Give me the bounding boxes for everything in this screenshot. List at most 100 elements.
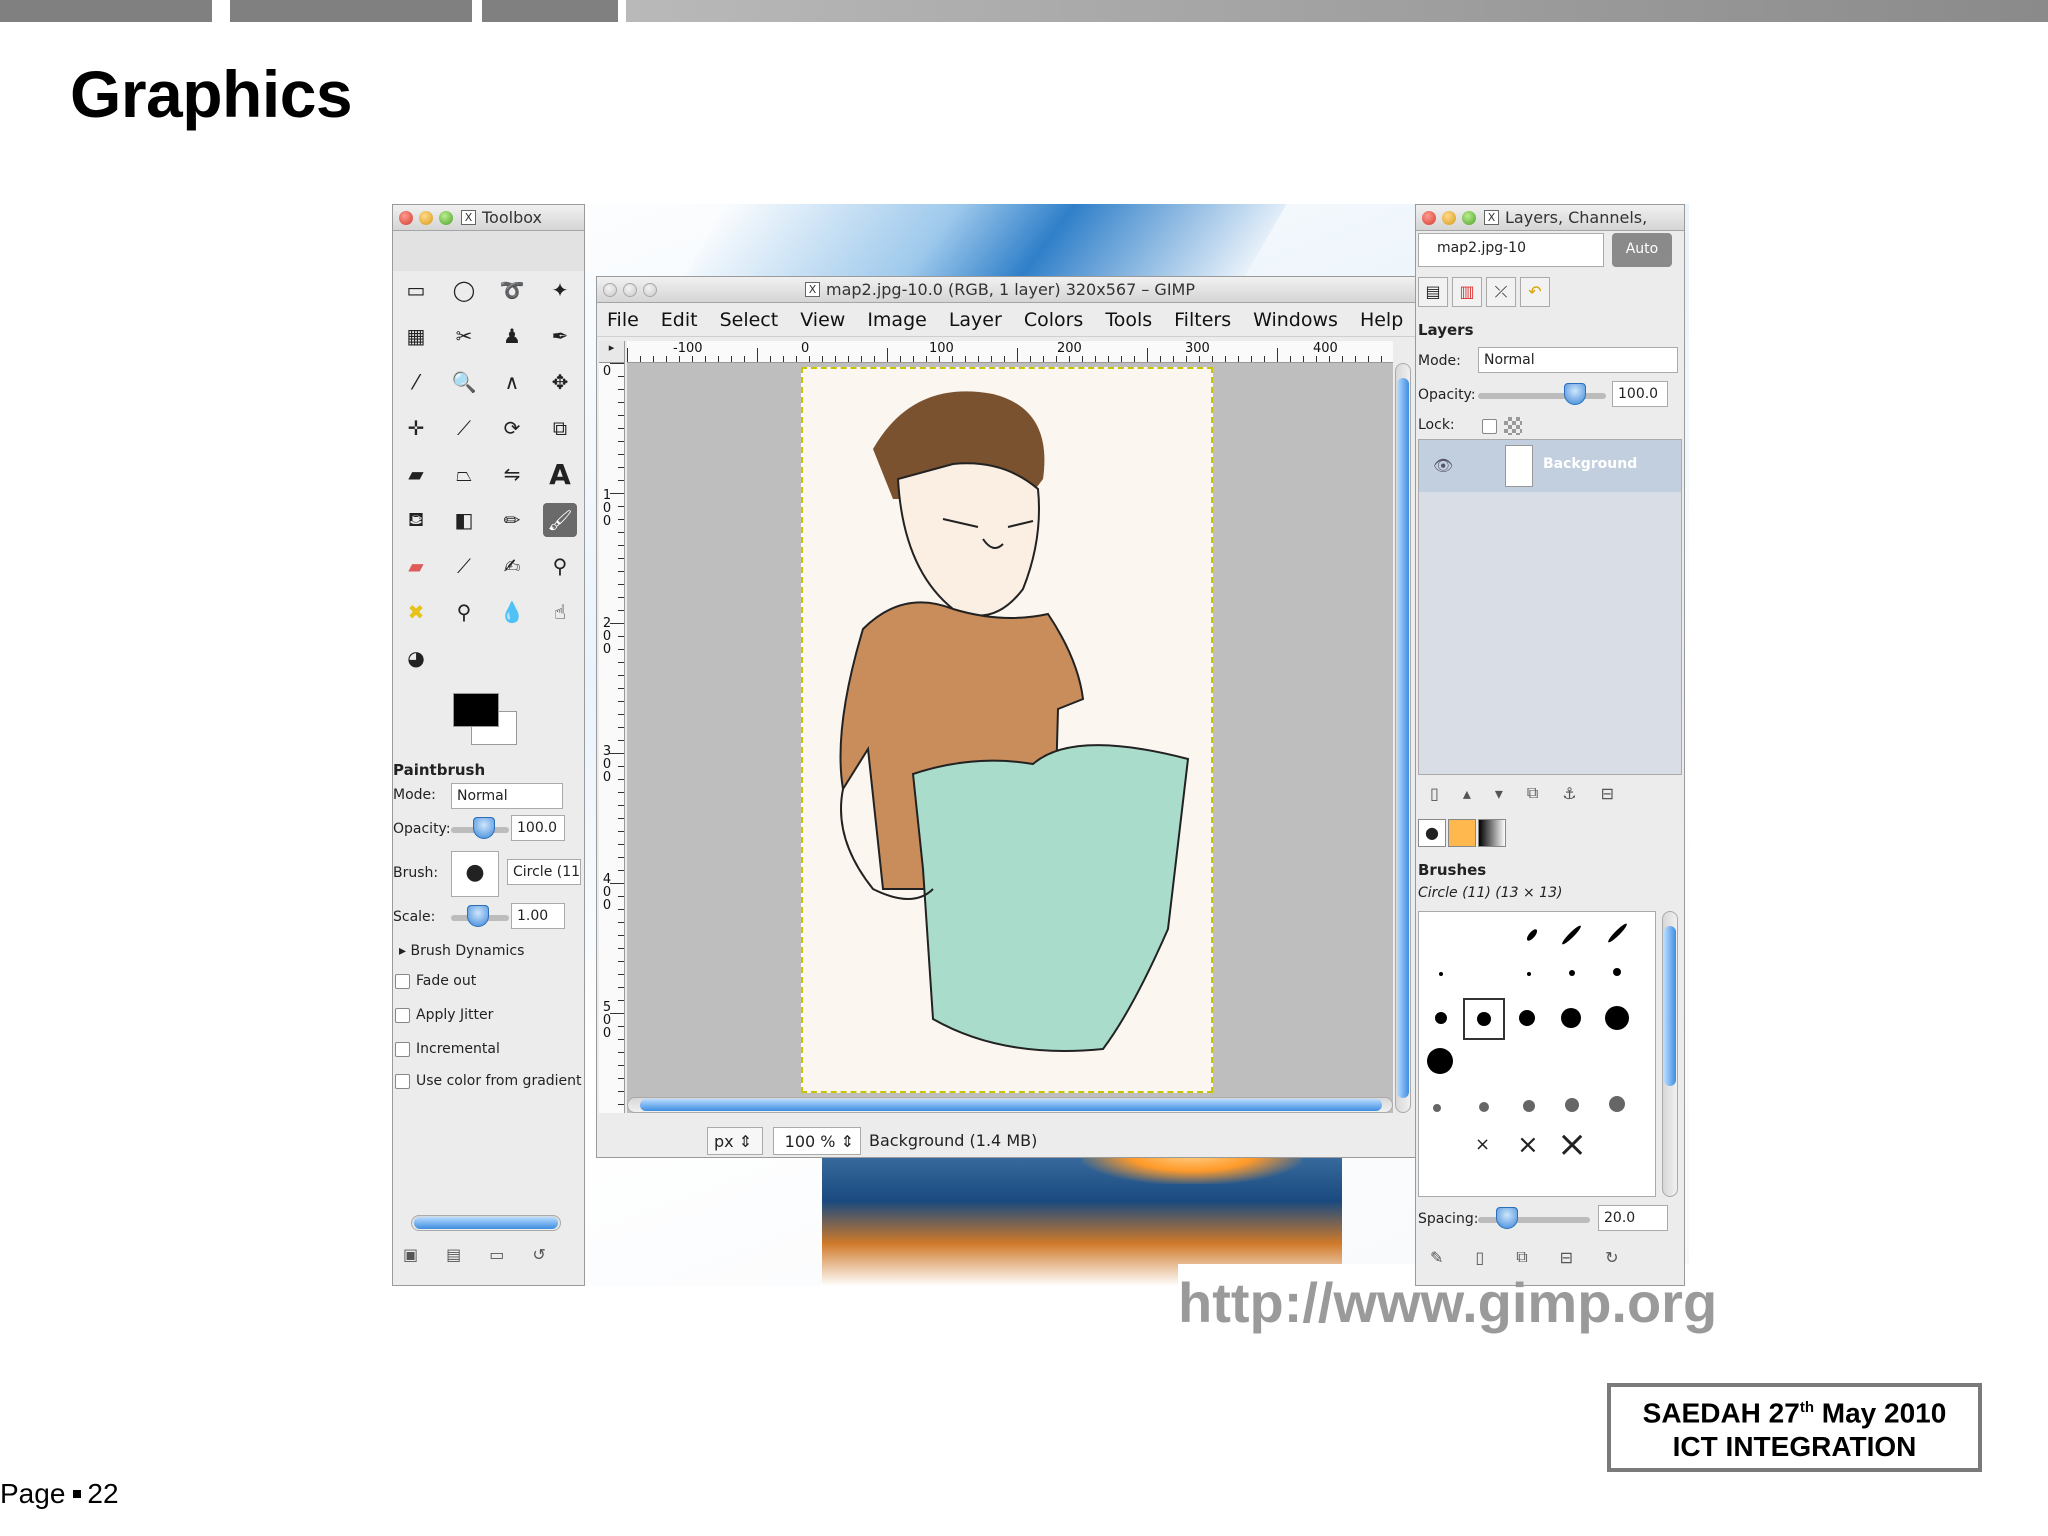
lock-pixels-checkbox[interactable] <box>1482 419 1497 434</box>
paintbrush-icon[interactable]: 🖌 <box>543 503 577 537</box>
dock-titlebar[interactable]: X Layers, Channels, <box>1416 205 1684 231</box>
rotate-icon[interactable]: ⟳ <box>495 411 529 445</box>
smudge-icon[interactable]: ☝ <box>543 595 577 629</box>
scale-slider-knob[interactable] <box>467 905 489 927</box>
new-layer-icon[interactable]: ▯ <box>1430 784 1439 803</box>
use-color-gradient-checkbox[interactable] <box>395 1073 410 1089</box>
minimize-icon[interactable] <box>419 210 433 225</box>
brush-item[interactable] <box>1439 972 1443 976</box>
color-select-icon[interactable]: ▦ <box>399 319 433 353</box>
brush-item[interactable] <box>1569 970 1575 976</box>
lower-layer-icon[interactable]: ▾ <box>1495 784 1503 803</box>
patterns-tab-icon[interactable] <box>1448 819 1476 847</box>
toolbox-hscrollbar[interactable] <box>411 1215 561 1231</box>
raise-layer-icon[interactable]: ▴ <box>1463 784 1471 803</box>
brush-dynamics-expander[interactable]: ▸ Brush Dynamics <box>399 943 524 959</box>
close-icon[interactable] <box>1422 210 1436 225</box>
brush-item[interactable] <box>1606 922 1629 944</box>
opacity-input[interactable]: 100.0 <box>511 815 565 841</box>
heal-icon[interactable]: ✖ <box>399 595 433 629</box>
fuzzy-select-icon[interactable]: ✦ <box>543 273 577 307</box>
tab-paths[interactable]: ⤫ <box>1486 277 1516 307</box>
layers-mode-select[interactable]: Normal <box>1478 347 1678 373</box>
duplicate-layer-icon[interactable]: ⧉ <box>1527 783 1538 803</box>
perspective-icon[interactable]: ⏢ <box>447 457 481 491</box>
image-window-titlebar[interactable]: X map2.jpg-10.0 (RGB, 1 layer) 320x567 –… <box>597 277 1417 303</box>
brush-item[interactable] <box>1565 1098 1579 1112</box>
zoom-selector[interactable]: 100 % ⇕ <box>773 1127 861 1155</box>
maximize-icon[interactable] <box>643 282 657 297</box>
menu-filters[interactable]: Filters <box>1174 309 1231 331</box>
eraser-icon[interactable]: ▰ <box>399 549 433 583</box>
rect-select-icon[interactable]: ▭ <box>399 273 433 307</box>
move-icon[interactable]: ✥ <box>543 365 577 399</box>
brush-name[interactable]: Circle (11 <box>507 859 581 885</box>
text-tool-icon[interactable]: A <box>543 457 577 491</box>
layers-opacity-knob[interactable] <box>1564 383 1586 405</box>
image-selector[interactable]: map2.jpg-10 <box>1418 233 1604 267</box>
paths-icon[interactable]: ✒ <box>543 319 577 353</box>
brush-item[interactable] <box>1527 972 1531 976</box>
delete-brush-icon[interactable]: ⊟ <box>1560 1248 1573 1267</box>
fade-out-option[interactable]: Fade out <box>395 973 476 989</box>
brush-preview[interactable]: ● <box>451 851 499 897</box>
fg-bg-colors[interactable] <box>453 693 525 749</box>
anchor-layer-icon[interactable]: ⚓ <box>1562 784 1576 803</box>
minimize-icon[interactable] <box>623 282 637 297</box>
layer-row[interactable]: 👁 Background <box>1419 440 1681 492</box>
brush-item[interactable] <box>1479 1102 1489 1112</box>
foreground-select-icon[interactable]: ♟ <box>495 319 529 353</box>
free-select-icon[interactable]: ➰ <box>495 273 529 307</box>
minimize-icon[interactable] <box>1442 210 1456 225</box>
brush-item[interactable] <box>1561 1008 1581 1028</box>
brush-item[interactable] <box>1609 1096 1625 1112</box>
zoom-icon[interactable]: 🔍 <box>447 365 481 399</box>
menu-layer[interactable]: Layer <box>949 309 1002 331</box>
use-color-gradient-option[interactable]: Use color from gradient <box>395 1073 582 1089</box>
image-canvas[interactable] <box>801 367 1213 1093</box>
close-icon[interactable] <box>603 282 617 297</box>
menu-tools[interactable]: Tools <box>1105 309 1152 331</box>
perspective-clone-icon[interactable]: ⚲ <box>447 595 481 629</box>
layers-list[interactable]: 👁 Background <box>1418 439 1682 775</box>
apply-jitter-checkbox[interactable] <box>395 1007 410 1023</box>
mode-select[interactable]: Normal <box>451 783 563 809</box>
pencil-icon[interactable]: ✏ <box>495 503 529 537</box>
menu-image[interactable]: Image <box>867 309 927 331</box>
color-picker-icon[interactable]: ⁄ <box>399 365 433 399</box>
duplicate-brush-icon[interactable]: ⧉ <box>1516 1247 1527 1267</box>
auto-button[interactable]: Auto <box>1612 233 1672 267</box>
spacing-input[interactable]: 20.0 <box>1598 1205 1668 1231</box>
foreground-color-swatch[interactable] <box>453 693 499 727</box>
tab-channels[interactable]: ▥ <box>1452 277 1482 307</box>
opacity-slider-knob[interactable] <box>473 817 495 839</box>
apply-jitter-option[interactable]: Apply Jitter <box>395 1007 493 1023</box>
incremental-checkbox[interactable] <box>395 1041 410 1057</box>
delete-layer-icon[interactable]: ⊟ <box>1601 784 1614 803</box>
brush-item[interactable] <box>1613 968 1621 976</box>
menu-file[interactable]: File <box>607 309 639 331</box>
brush-item[interactable]: × <box>1517 1130 1539 1160</box>
spacing-track[interactable] <box>1478 1217 1590 1223</box>
edit-brush-icon[interactable]: ✎ <box>1430 1248 1443 1267</box>
scissors-icon[interactable]: ✂ <box>447 319 481 353</box>
brush-item[interactable] <box>1525 927 1539 943</box>
blur-icon[interactable]: 💧 <box>495 595 529 629</box>
brush-item[interactable] <box>1433 1104 1441 1112</box>
delete-options-icon[interactable]: ▭ <box>489 1245 504 1264</box>
eye-icon[interactable]: 👁 <box>1433 456 1453 475</box>
restore-options-icon[interactable]: ▤ <box>446 1245 461 1264</box>
menu-select[interactable]: Select <box>720 309 779 331</box>
brush-item[interactable] <box>1605 1006 1629 1030</box>
flip-icon[interactable]: ⇋ <box>495 457 529 491</box>
clone-icon[interactable]: ⚲ <box>543 549 577 583</box>
brush-item[interactable]: × <box>1475 1134 1490 1155</box>
ruler-corner-menu[interactable]: ▸ <box>599 341 625 363</box>
scale-input[interactable]: 1.00 <box>511 903 565 929</box>
maximize-icon[interactable] <box>1462 210 1476 225</box>
brush-item[interactable] <box>1519 1010 1535 1026</box>
menu-help[interactable]: Help <box>1360 309 1403 331</box>
shear-icon[interactable]: ▰ <box>399 457 433 491</box>
airbrush-icon[interactable]: ⟋ <box>447 549 481 583</box>
menu-colors[interactable]: Colors <box>1024 309 1084 331</box>
